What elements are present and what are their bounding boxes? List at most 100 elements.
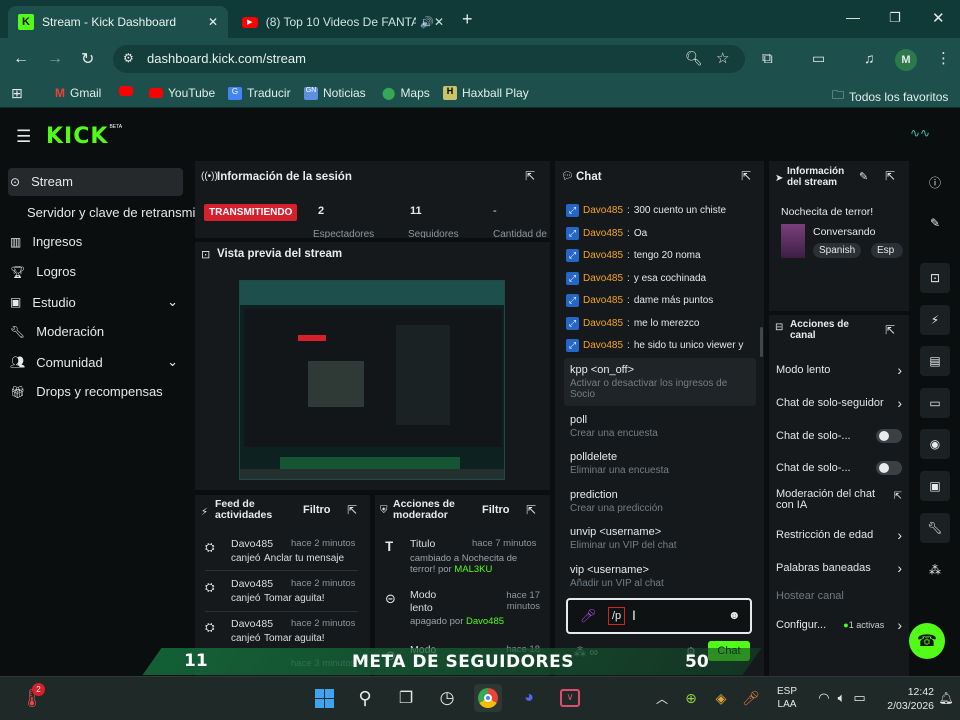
popout-icon[interactable]: ⇱ (347, 503, 357, 517)
bookmark-noticias[interactable]: GN Noticias (304, 86, 366, 100)
discord-icon[interactable]: ◕ (515, 684, 543, 712)
tag-chip[interactable]: Esp (871, 243, 903, 258)
microphone-tray-icon[interactable]: 🎤︎ (737, 684, 765, 712)
stream-preview-video[interactable] (239, 280, 505, 480)
action-age-restriction[interactable]: Restricción de edad › (776, 527, 902, 543)
forward-icon[interactable]: → (47, 50, 63, 68)
activity-filter-button[interactable]: Filtro (303, 504, 331, 516)
sidebar-item-drops[interactable]: 🎁︎ Drops y recompensas (10, 384, 163, 399)
chevron-down-icon[interactable]: ⌄ (167, 354, 178, 370)
tag-chip[interactable]: Spanish (813, 243, 862, 258)
sidebar-item-logros[interactable]: 🏆︎ Logros (10, 264, 76, 279)
all-bookmarks[interactable]: 🗀 Todos los favoritos (832, 86, 948, 107)
close-tab-icon[interactable]: ✕ (434, 15, 444, 29)
zoom-icon[interactable]: 🔍︎ (685, 50, 703, 67)
audio-playing-icon[interactable]: 🔊 (420, 16, 434, 29)
sidebar-item-comunidad[interactable]: 👥︎ Comunidad ⌄ (10, 354, 178, 370)
command-item[interactable]: vip <username> Añadir un VIP al chat (570, 564, 755, 589)
info-icon[interactable]: ⓘ (920, 167, 950, 197)
bookmark-gmail[interactable]: M Gmail (55, 86, 101, 100)
action-slow-mode[interactable]: Modo lento › (776, 362, 902, 378)
bookmark-traducir[interactable]: G Traducir (228, 86, 291, 100)
command-item[interactable]: poll Crear una encuesta (570, 414, 755, 439)
command-item[interactable]: kpp <on_off> Activar o desactivar los ing… (570, 364, 755, 400)
microphone-icon[interactable]: 🎤︎ (580, 608, 597, 624)
task-view-icon[interactable]: ❐ (392, 684, 420, 712)
language-indicator[interactable]: ESP LAA (777, 685, 797, 711)
close-tab-icon[interactable]: ✕ (208, 15, 218, 29)
clip-icon[interactable]: ⊡ (920, 263, 950, 293)
bookmark-haxball[interactable]: H Haxball Play (443, 86, 529, 100)
browser-menu-icon[interactable]: ⋮ (936, 49, 951, 67)
tray-orange-icon[interactable]: ◈ (707, 684, 735, 712)
hamburger-menu-icon[interactable]: ☰ (16, 127, 31, 147)
chat-input[interactable]: 🎤︎ /p I ☻ (566, 598, 752, 634)
bookmark-star-icon[interactable]: ☆ (716, 49, 729, 67)
emoji-icon[interactable]: ☻ (728, 608, 741, 622)
lightning-icon[interactable]: ⚡︎ (920, 305, 950, 335)
bookmark-youtube[interactable]: YouTube (149, 86, 215, 100)
chat-icon[interactable]: ▭ (920, 388, 950, 418)
bookmark-youtube-icon-only[interactable] (119, 86, 133, 96)
chevron-up-icon[interactable]: ︿ (648, 684, 676, 712)
action-host-channel[interactable]: Hostear canal (776, 590, 902, 602)
maximize-icon[interactable]: ❐ (889, 10, 901, 26)
profile-avatar[interactable]: M (895, 49, 917, 71)
weather-icon[interactable]: 🌡︎ 2 (18, 683, 46, 712)
sidebar-item-ingresos[interactable]: ▥ Ingresos (10, 234, 82, 249)
tray-app-icon[interactable]: ⊕ (677, 684, 705, 712)
action-config[interactable]: Configur... ●1 activas › (776, 617, 902, 633)
toggle-switch[interactable] (876, 429, 902, 443)
site-info-icon[interactable]: ⚙ (123, 51, 134, 65)
command-item[interactable]: unvip <username> Eliminar un VIP del chat (570, 526, 755, 551)
layout-icon[interactable]: ▣ (920, 471, 950, 501)
close-window-icon[interactable]: ✕ (932, 9, 945, 27)
sidebar-item-server-key[interactable]: Servidor y clave de retransmisión (27, 205, 195, 220)
action-followers-only[interactable]: Chat de solo-seguidores › (776, 395, 902, 411)
category-name[interactable]: Conversando (813, 226, 875, 238)
chat-send-button[interactable]: Chat (708, 641, 750, 661)
popout-icon[interactable]: ⇱ (885, 323, 895, 337)
tab-youtube[interactable]: ▶ (8) Top 10 Videos De FANTA 🔊 ✕ (232, 6, 454, 38)
extensions-icon[interactable]: ⧉ (762, 50, 773, 67)
points-icon[interactable]: ⁂ ∞ (574, 645, 598, 659)
command-item[interactable]: prediction Crear una predicción (570, 489, 755, 514)
broadcast-icon[interactable]: ◉ (920, 429, 950, 459)
system-tray-status[interactable]: ◠ 🔈︎ ▭ (812, 684, 872, 712)
sidebar-item-moderacion[interactable]: 🔧︎ Moderación (10, 324, 104, 339)
kick-studio-icon[interactable]: ∨ (556, 684, 584, 712)
chat-input-value[interactable]: /p (608, 607, 626, 625)
notes-icon[interactable]: ▤ (920, 346, 950, 376)
wrench-icon[interactable]: 🔧︎ (920, 513, 950, 543)
action-emote-only[interactable]: Chat de solo-... (776, 461, 902, 475)
back-icon[interactable]: ← (13, 50, 29, 68)
address-bar[interactable]: ⚙ dashboard.kick.com/stream 🔍︎ ☆ (113, 45, 745, 73)
action-ai-moderation[interactable]: Moderación del chat con IA ⇱ (776, 489, 902, 511)
minimize-icon[interactable]: — (846, 9, 860, 25)
edit-pencil-icon[interactable]: ✎ (859, 170, 868, 183)
kick-logo[interactable]: KICK BETA (46, 124, 122, 149)
popout-icon[interactable]: ⇱ (885, 169, 895, 183)
notifications-icon[interactable]: 🔔︎ (936, 684, 956, 712)
settings-gear-icon[interactable]: ⚙ (686, 645, 696, 658)
popout-icon[interactable]: ⇱ (526, 503, 536, 517)
bookmark-maps[interactable]: ⬤ Maps (382, 86, 430, 100)
sidebar-item-stream[interactable]: ⊙ Stream (10, 174, 73, 189)
cast-icon[interactable]: ▭ (812, 50, 825, 67)
apps-grid-icon[interactable]: ⊞ (11, 85, 23, 102)
clock-app-icon[interactable]: ◷ (433, 684, 461, 712)
new-tab-button[interactable]: + (462, 9, 473, 30)
clock[interactable]: 12:42 2/03/2026 (882, 685, 934, 713)
popout-icon[interactable]: ⇱ (741, 169, 751, 183)
toggle-switch[interactable] (876, 461, 902, 475)
command-item[interactable]: polldelete Eliminar una encuesta (570, 451, 755, 476)
action-subs-only[interactable]: Chat de solo-... (776, 429, 902, 443)
media-control-icon[interactable]: ♫ (864, 50, 875, 66)
sidebar-item-estudio[interactable]: ▣ Estudio ⌄ (10, 294, 178, 310)
pencil-icon[interactable]: ✎ (920, 208, 950, 238)
mod-filter-button[interactable]: Filtro (482, 504, 510, 516)
search-icon[interactable]: ⚲ (351, 684, 379, 712)
chat-scrollbar[interactable] (760, 327, 763, 357)
chrome-icon[interactable] (474, 684, 502, 712)
reload-icon[interactable]: ↻ (81, 49, 94, 69)
